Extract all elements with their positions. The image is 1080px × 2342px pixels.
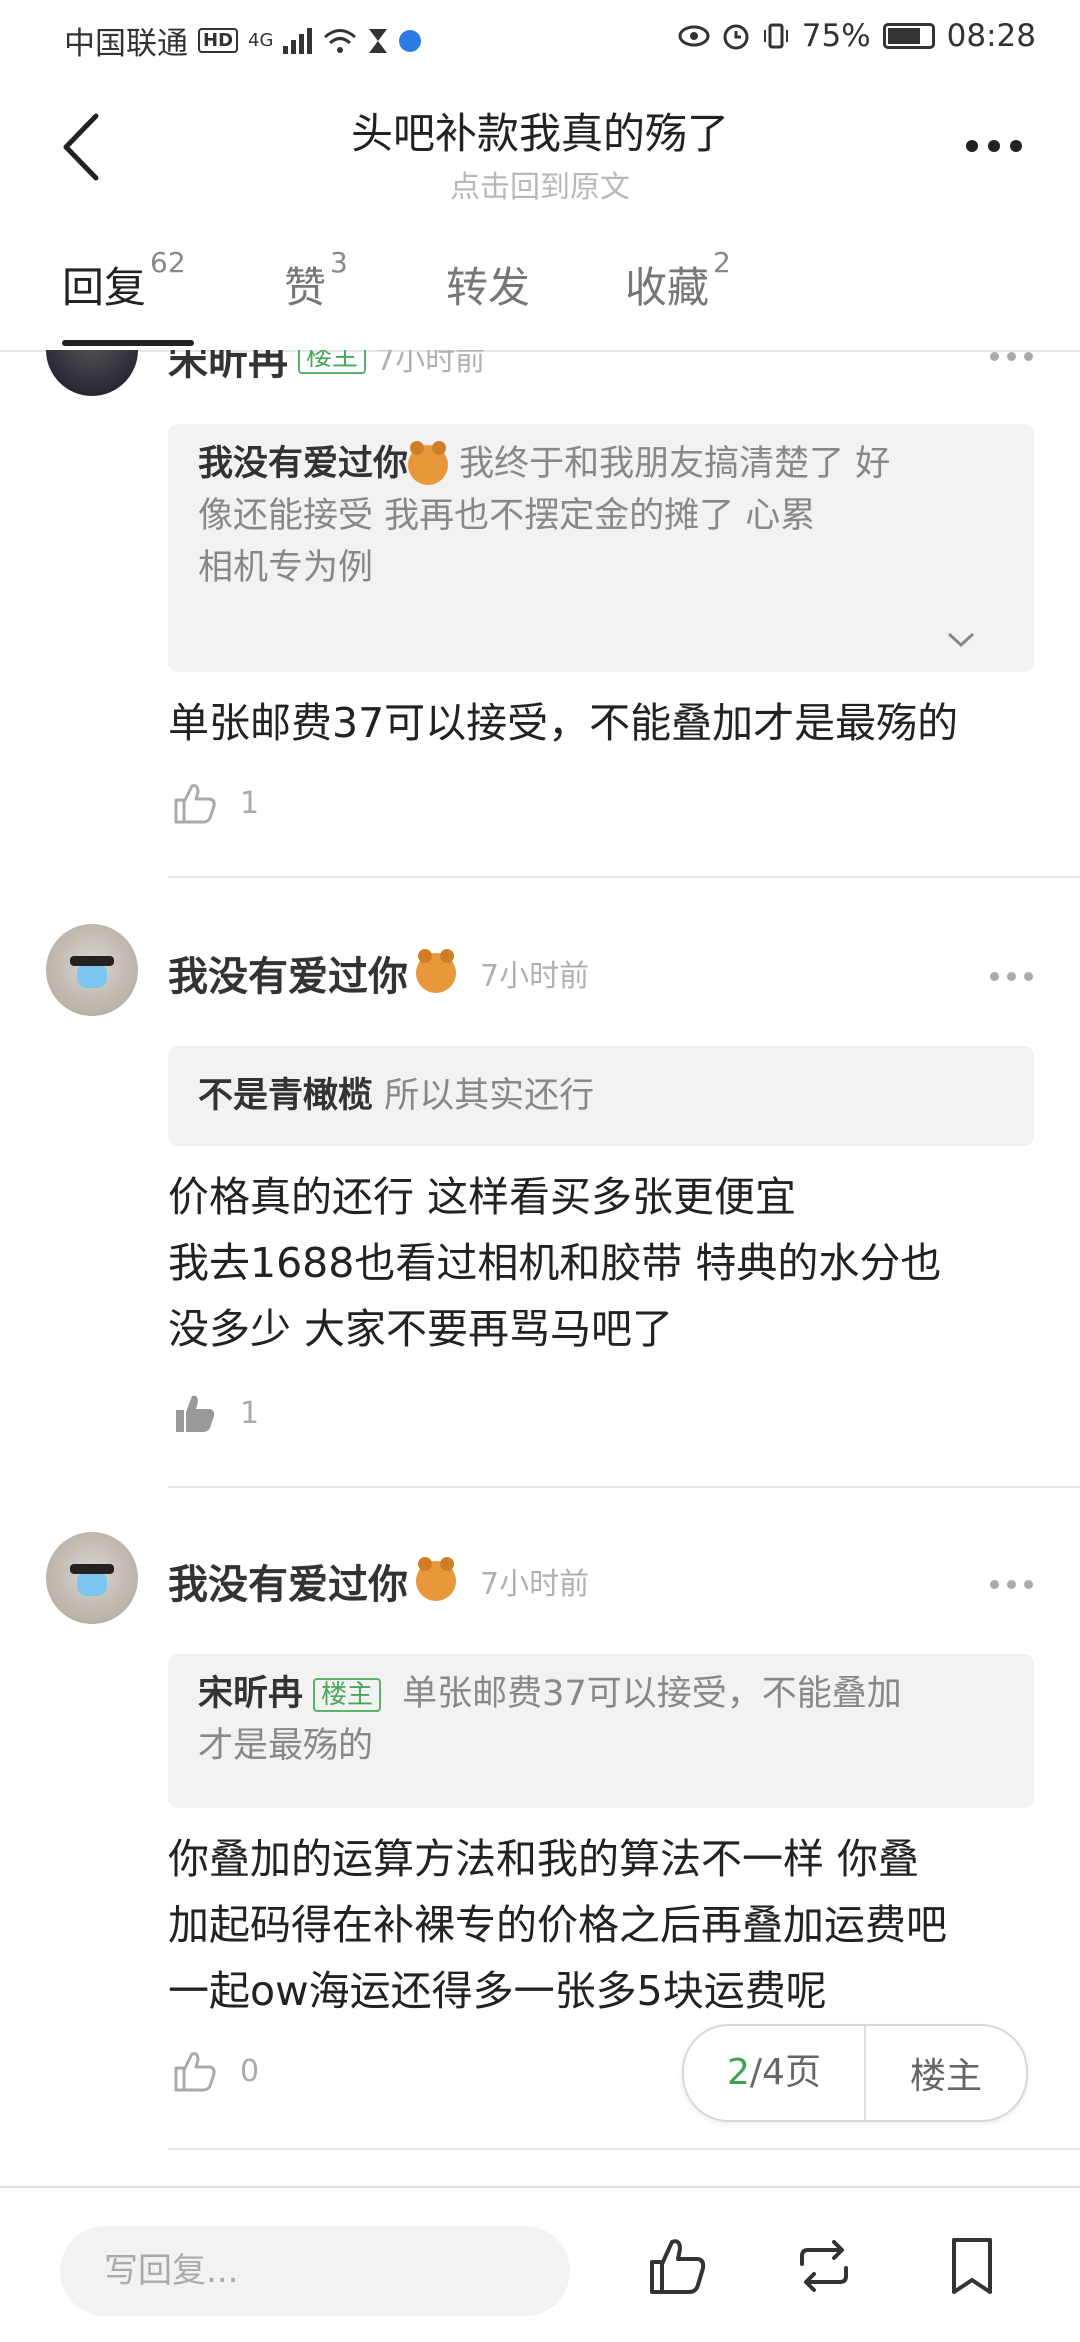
reply-body-line: 价格真的还行 这样看买多张更便宜 [168, 1173, 797, 1221]
post-time: 7小时前 [480, 1567, 590, 1602]
tab-replies[interactable]: 回复62 [62, 246, 186, 315]
active-tab-indicator [62, 340, 194, 346]
thumb-up-filled-icon [176, 1395, 215, 1432]
like-icon[interactable] [646, 2234, 710, 2298]
tab-bar: 回复62 赞3 转发 收藏2 [0, 232, 1080, 352]
reply-more-icon[interactable] [990, 972, 1033, 981]
avatar[interactable] [46, 924, 138, 1016]
quote-text: 相机专为例 [198, 548, 374, 588]
tab-likes-count: 3 [330, 246, 348, 279]
tab-shares[interactable]: 转发 [446, 254, 530, 315]
tab-favorites-count: 2 [713, 246, 731, 279]
quote-text: 我终于和我朋友搞清楚了 好 [459, 444, 891, 484]
signal-icon [283, 27, 313, 54]
host-badge: 楼主 [313, 1678, 382, 1712]
bear-emoji-icon [416, 949, 456, 993]
like-count: 0 [240, 2053, 260, 2089]
reply-body-line: 你叠加的运算方法和我的算法不一样 你叠 [168, 1835, 920, 1883]
avatar[interactable] [46, 350, 138, 396]
author-name[interactable]: 我没有爱过你 [168, 1552, 408, 1610]
avatar[interactable] [46, 1532, 138, 1624]
reply-input[interactable]: 写回复... [60, 2226, 570, 2316]
reply-header: 我没有爱过你 7小时前 [168, 944, 589, 1002]
vibrate-icon [763, 23, 788, 49]
bear-emoji-icon [416, 1557, 456, 1601]
reply-header: 我没有爱过你 7小时前 [168, 1552, 589, 1610]
reply-body: 你叠加的运算方法和我的算法不一样 你叠 加起码得在补裸专的价格之后再叠加运费吧 … [168, 1826, 947, 2024]
status-bar: 中国联通 HD 4G 75% 08:28 [0, 0, 1080, 76]
quote-text: 像还能接受 我再也不摆定金的摊了 心累 [198, 496, 816, 536]
quoted-reply[interactable]: 我没有爱过你 我终于和我朋友搞清楚了 好 像还能接受 我再也不摆定金的摊了 心累… [168, 424, 1034, 672]
reply-body-line: 我去1688也看过相机和胶带 特典的水分也 [168, 1239, 942, 1287]
thumb-up-icon [174, 2052, 216, 2092]
page-navigator: 2/4页 楼主 [682, 2024, 1028, 2122]
like-count: 1 [240, 1395, 260, 1431]
author-name[interactable]: 我没有爱过你 [168, 944, 408, 1002]
reply-body-line: 加起码得在补裸专的价格之后再叠加运费吧 [168, 1901, 947, 1949]
tab-favorites[interactable]: 收藏2 [625, 246, 731, 315]
quote-author: 不是青橄榄 [198, 1076, 374, 1116]
reply-body-line: 没多少 大家不要再骂马吧了 [168, 1305, 674, 1353]
quoted-reply[interactable]: 宋昕冉 楼主 单张邮费37可以接受，不能叠加 才是最殇的 [168, 1654, 1034, 1808]
tab-favorites-label: 收藏 [625, 263, 710, 312]
carrier-label: 中国联通 [64, 26, 188, 62]
tab-likes-label: 赞 [284, 263, 327, 312]
hd-icon: HD [198, 28, 239, 53]
reply-item: 宋昕冉 楼主 7小时前 我没有爱过你 我终于和我朋友搞清楚了 好 像还能接受 我… [0, 350, 1080, 876]
battery-icon [882, 23, 935, 49]
bear-emoji-icon [408, 441, 449, 485]
reply-more-icon[interactable] [990, 1580, 1033, 1589]
expand-chevron-icon[interactable] [946, 630, 976, 650]
author-name[interactable]: 宋昕冉 [168, 350, 288, 386]
total-pages: /4页 [749, 2052, 821, 2093]
page-indicator[interactable]: 2/4页 [684, 2026, 866, 2120]
reply-item: 我没有爱过你 7小时前 不是青橄榄 所以其实还行 价格真的还行 这样看买多张更便… [0, 900, 1080, 1486]
post-time: 7小时前 [480, 959, 590, 994]
quote-text: 单张邮费37可以接受，不能叠加 [402, 1674, 902, 1714]
tab-replies-count: 62 [150, 246, 186, 279]
quote-author: 宋昕冉 [198, 1674, 304, 1714]
clock: 08:28 [946, 18, 1036, 54]
thread-title: 头吧补款我真的殇了 [350, 109, 729, 158]
like-count: 1 [240, 785, 260, 821]
quoted-reply[interactable]: 不是青橄榄 所以其实还行 [168, 1046, 1034, 1146]
like-button[interactable]: 1 [172, 780, 259, 826]
tab-shares-label: 转发 [446, 263, 531, 312]
quote-text: 才是最殇的 [198, 1726, 374, 1766]
repost-icon[interactable] [792, 2234, 856, 2298]
thumb-up-icon [174, 784, 216, 824]
bottom-action-bar: 写回复... [0, 2186, 1080, 2342]
like-button[interactable]: 0 [172, 2048, 259, 2094]
reply-body: 单张邮费37可以接受，不能叠加才是最殇的 [168, 699, 959, 747]
alarm-icon [723, 24, 749, 50]
back-to-original-link[interactable]: 点击回到原文 [0, 162, 1080, 206]
divider [168, 876, 1080, 878]
reply-body: 价格真的还行 这样看买多张更便宜 我去1688也看过相机和胶带 特典的水分也 没… [168, 1164, 941, 1362]
like-button[interactable]: 1 [172, 1390, 259, 1436]
app-notification-icon [399, 29, 422, 52]
post-time: 7小时前 [376, 350, 486, 378]
divider [168, 2148, 1080, 2150]
reply-header: 宋昕冉 楼主 7小时前 [168, 350, 485, 386]
quote-text: 所以其实还行 [384, 1076, 595, 1116]
hourglass-icon [369, 28, 388, 53]
reply-body-line: 一起ow海运还得多一张多5块运费呢 [168, 1967, 827, 2015]
quote-author: 我没有爱过你 [198, 444, 409, 484]
bookmark-icon[interactable] [940, 2234, 1004, 2298]
more-options-icon[interactable] [966, 140, 1022, 152]
current-page: 2 [727, 2052, 750, 2093]
wifi-icon [324, 28, 357, 53]
network-label: 4G [248, 30, 274, 51]
divider [168, 1486, 1080, 1488]
tab-likes[interactable]: 赞3 [284, 246, 348, 315]
tab-replies-label: 回复 [62, 263, 147, 312]
only-host-button[interactable]: 楼主 [866, 2047, 1026, 2099]
eye-icon [678, 25, 710, 47]
host-badge: 楼主 [298, 350, 367, 374]
battery-percent: 75% [801, 18, 871, 54]
reply-more-icon[interactable] [990, 352, 1033, 361]
